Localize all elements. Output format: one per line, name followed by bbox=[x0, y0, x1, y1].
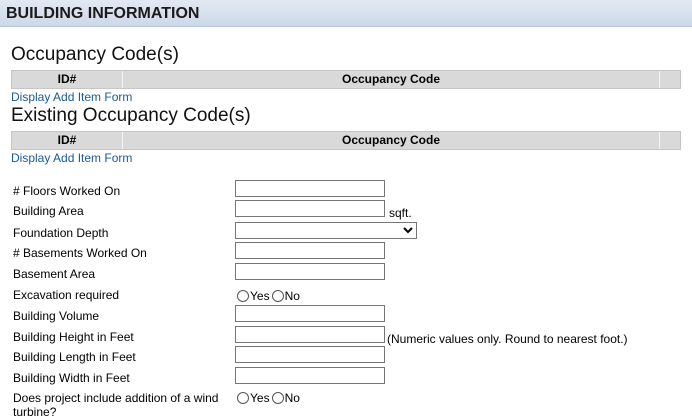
excavation-no-radio[interactable] bbox=[271, 290, 284, 302]
column-header-id: ID# bbox=[12, 71, 123, 88]
building-length-label: Building Length in Feet bbox=[13, 350, 136, 364]
building-width-input[interactable] bbox=[235, 367, 385, 384]
basement-area-label: Basement Area bbox=[13, 267, 96, 281]
building-height-label: Building Height in Feet bbox=[13, 330, 134, 344]
floors-input[interactable] bbox=[235, 180, 385, 197]
building-area-label: Building Area bbox=[13, 204, 84, 218]
height-hint: (Numeric values only. Round to nearest f… bbox=[387, 332, 628, 346]
foundation-depth-label: Foundation Depth bbox=[13, 226, 109, 240]
existing-codes-table-header: ID# Occupancy Code bbox=[11, 131, 681, 150]
floors-label: # Floors Worked On bbox=[13, 184, 121, 198]
occupancy-codes-table-header: ID# Occupancy Code bbox=[11, 70, 681, 89]
building-length-input[interactable] bbox=[235, 346, 385, 363]
excavation-radio-group: Yes No bbox=[235, 289, 300, 303]
building-width-label: Building Width in Feet bbox=[13, 371, 130, 385]
building-volume-label: Building Volume bbox=[13, 309, 100, 323]
sqft-unit-label: sqft. bbox=[389, 206, 412, 220]
existing-occupancy-codes-title: Existing Occupancy Code(s) bbox=[11, 105, 251, 126]
building-area-input[interactable] bbox=[235, 200, 385, 217]
existing-display-add-item-link[interactable]: Display Add Item Form bbox=[11, 151, 692, 165]
column-header-spacer bbox=[660, 132, 680, 149]
excavation-yes-label: Yes bbox=[250, 289, 270, 303]
wind-turbine-yes-radio[interactable] bbox=[237, 392, 249, 404]
wind-turbine-label: Does project include addition of a wind … bbox=[13, 391, 219, 419]
basement-area-input[interactable] bbox=[235, 263, 385, 280]
foundation-depth-select[interactable] bbox=[235, 222, 417, 239]
occupancy-codes-title: Occupancy Code(s) bbox=[11, 44, 179, 65]
column-header-id: ID# bbox=[12, 132, 123, 149]
column-header-occupancy-code: Occupancy Code bbox=[123, 71, 660, 88]
basements-label: # Basements Worked On bbox=[13, 246, 147, 260]
wind-turbine-no-radio[interactable] bbox=[271, 392, 284, 404]
building-volume-input[interactable] bbox=[235, 305, 385, 322]
occupancy-display-add-item-link[interactable]: Display Add Item Form bbox=[11, 90, 692, 104]
section-header: BUILDING INFORMATION bbox=[0, 0, 692, 27]
excavation-label: Excavation required bbox=[13, 288, 120, 302]
building-height-input[interactable] bbox=[235, 326, 385, 343]
wind-turbine-yes-label: Yes bbox=[250, 391, 270, 405]
column-header-spacer bbox=[660, 71, 680, 88]
basements-input[interactable] bbox=[235, 242, 385, 259]
wind-turbine-radio-group: Yes No bbox=[235, 391, 300, 405]
column-header-occupancy-code: Occupancy Code bbox=[123, 132, 660, 149]
wind-turbine-no-label: No bbox=[284, 391, 300, 405]
excavation-yes-radio[interactable] bbox=[237, 290, 249, 302]
excavation-no-label: No bbox=[284, 289, 300, 303]
header-title: BUILDING INFORMATION bbox=[6, 5, 200, 22]
